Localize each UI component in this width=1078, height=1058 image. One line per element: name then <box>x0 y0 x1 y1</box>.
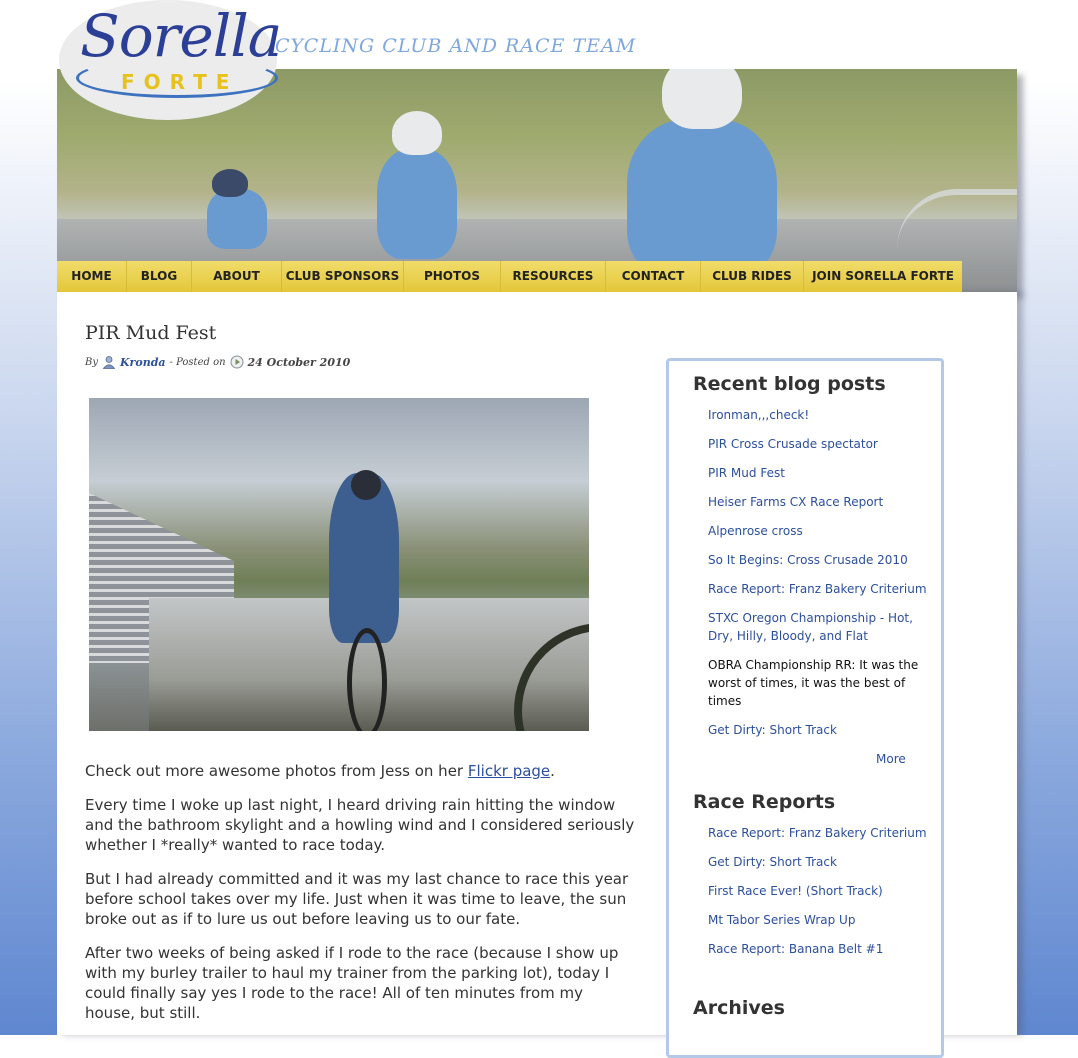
banner-rider <box>207 189 267 249</box>
race-report-link[interactable]: First Race Ever! (Short Track) <box>708 882 933 900</box>
post-meta: By Kronda - Posted on 24 October 2010 <box>85 355 350 369</box>
nav-club-rides[interactable]: CLUB RIDES <box>701 261 804 292</box>
banner-rider <box>627 119 777 279</box>
site-logo-sub[interactable]: FORTE <box>121 70 238 94</box>
race-report-link[interactable]: Race Report: Banana Belt #1 <box>708 940 933 958</box>
nav-home[interactable]: HOME <box>57 261 127 292</box>
race-report-link[interactable]: Race Report: Franz Bakery Criterium <box>708 824 933 842</box>
banner-rider <box>377 149 457 259</box>
site-header: Sorella FORTE CYCLING CLUB AND RACE TEAM <box>0 0 1078 120</box>
race-reports-list: Race Report: Franz Bakery Criterium Get … <box>708 824 933 969</box>
nav-join[interactable]: JOIN SORELLA FORTE <box>804 261 962 292</box>
banner-rider-helmet <box>662 69 742 129</box>
recent-post-link[interactable]: STXC Oregon Championship - Hot, Dry, Hil… <box>708 609 933 645</box>
main-content: PIR Mud Fest By Kronda - Posted on 24 Oc… <box>57 292 1017 1058</box>
p1-text: Check out more awesome photos from Jess … <box>85 762 468 780</box>
posted-on-label: - Posted on <box>169 356 226 368</box>
p1-suffix: . <box>550 762 555 780</box>
site-logo[interactable]: Sorella <box>80 2 282 70</box>
post-date: 24 October 2010 <box>247 355 351 369</box>
recent-post-link[interactable]: Alpenrose cross <box>708 522 933 540</box>
post-title[interactable]: PIR Mud Fest <box>85 322 216 344</box>
nav-blog[interactable]: BLOG <box>127 261 192 292</box>
by-label: By <box>85 356 98 368</box>
post-paragraph: After two weeks of being asked if I rode… <box>85 944 619 1022</box>
recent-post-link[interactable]: PIR Cross Crusade spectator <box>708 435 933 453</box>
race-reports-title: Race Reports <box>693 791 836 813</box>
flickr-link[interactable]: Flickr page <box>468 762 550 780</box>
recent-post-link[interactable]: OBRA Championship RR: It was the worst o… <box>708 656 933 710</box>
recent-posts-list: Ironman,,,check! PIR Cross Crusade spect… <box>708 406 933 750</box>
nav-photos[interactable]: PHOTOS <box>404 261 501 292</box>
recent-post-link[interactable]: PIR Mud Fest <box>708 464 933 482</box>
recent-post-link[interactable]: Get Dirty: Short Track <box>708 721 933 739</box>
site-tagline: CYCLING CLUB AND RACE TEAM <box>275 35 637 57</box>
banner-rider-helmet <box>392 111 442 155</box>
archives-title: Archives <box>693 997 785 1019</box>
post-paragraph: But I had already committed and it was m… <box>85 870 629 928</box>
photo-bike <box>347 628 387 731</box>
nav-contact[interactable]: CONTACT <box>606 261 701 292</box>
nav-resources[interactable]: RESOURCES <box>501 261 606 292</box>
clock-icon <box>230 355 244 369</box>
recent-post-link[interactable]: Heiser Farms CX Race Report <box>708 493 933 511</box>
nav-club-sponsors[interactable]: CLUB SPONSORS <box>282 261 404 292</box>
user-icon <box>102 355 116 369</box>
post-photo[interactable] <box>89 398 589 731</box>
post-paragraph: Check out more awesome photos from Jess … <box>85 761 635 781</box>
nav-about[interactable]: ABOUT <box>192 261 282 292</box>
race-report-link[interactable]: Mt Tabor Series Wrap Up <box>708 911 933 929</box>
recent-post-link[interactable]: Ironman,,,check! <box>708 406 933 424</box>
race-report-link[interactable]: Get Dirty: Short Track <box>708 853 933 871</box>
photo-cyclist-helmet <box>351 470 381 500</box>
banner-guardrail <box>897 189 1017 265</box>
post-author-link[interactable]: Kronda <box>120 356 166 369</box>
post-paragraph: Every time I woke up last night, I heard… <box>85 796 635 854</box>
main-nav: HOME BLOG ABOUT CLUB SPONSORS PHOTOS RES… <box>57 261 962 292</box>
recent-post-link[interactable]: So It Begins: Cross Crusade 2010 <box>708 551 933 569</box>
banner-rider-helmet <box>212 169 248 197</box>
recent-post-link[interactable]: Race Report: Franz Bakery Criterium <box>708 580 933 598</box>
sidebar: Recent blog posts Ironman,,,check! PIR C… <box>666 358 944 1058</box>
more-posts-link[interactable]: More <box>876 752 906 766</box>
recent-posts-title: Recent blog posts <box>693 373 886 395</box>
